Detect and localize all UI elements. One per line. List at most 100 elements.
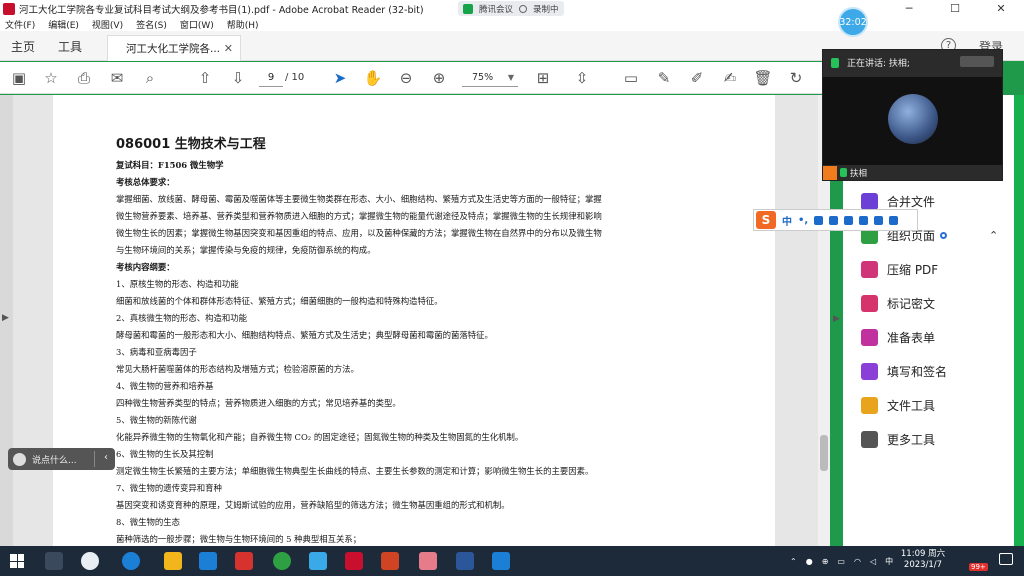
tray-chevron-icon[interactable]: ⌃ <box>790 557 797 566</box>
search-icon[interactable]: ⌕ <box>141 69 159 87</box>
powerpoint-icon[interactable] <box>381 552 399 570</box>
zoom-out-icon[interactable]: ⊖ <box>397 69 415 87</box>
tab-home[interactable]: 主页 <box>11 38 35 55</box>
ime-toolbar[interactable]: S 中 •, <box>753 209 918 231</box>
tab-document[interactable]: 河工大化工学院各... ✕ <box>107 35 241 61</box>
tool-item[interactable]: 标记密文 <box>861 292 935 314</box>
app-icon-5[interactable] <box>419 552 437 570</box>
app-icon-4[interactable] <box>309 552 327 570</box>
participant-name: 扶相 <box>850 168 868 179</box>
user-ime-icon[interactable] <box>859 215 869 225</box>
tray-app-icon[interactable]: ● <box>806 557 813 566</box>
rotate-icon[interactable]: ↻ <box>787 69 805 87</box>
delete-icon[interactable]: 🗑 <box>753 69 772 87</box>
volume-icon[interactable]: ◁ <box>870 557 876 566</box>
voice-ime-icon[interactable] <box>829 215 839 225</box>
app-icon-1[interactable] <box>81 552 99 570</box>
speaking-label: 正在讲话: 扶相; <box>847 59 910 69</box>
email-icon[interactable]: ✉ <box>108 69 126 87</box>
menu-file[interactable]: 文件(F) <box>5 18 35 31</box>
next-page-icon[interactable]: ⇩ <box>229 69 247 87</box>
tool-icon <box>861 192 878 210</box>
zoom-level-select[interactable]: 75% ▼ <box>462 69 518 87</box>
left-panel-collapsed[interactable]: ▶ <box>0 95 13 546</box>
meeting-video-panel[interactable]: 正在讲话: 扶相; 扶相 <box>822 49 1003 181</box>
page-fit-icon[interactable]: ⊞ <box>534 69 552 87</box>
punctuation-icon[interactable]: •, <box>798 215 808 226</box>
meeting-chat-input[interactable]: 说点什么... ‹ <box>8 448 115 470</box>
page-total: / 10 <box>285 72 305 83</box>
mail-icon[interactable] <box>199 552 217 570</box>
windows-start-icon[interactable] <box>10 554 24 568</box>
skin-icon[interactable] <box>874 215 884 225</box>
pdf-text-line: 1、原核生物的形态、构造和功能 <box>116 279 239 289</box>
taskbar-clock[interactable]: 11:09 周六 2023/1/7 <box>895 549 951 571</box>
task-view-icon[interactable] <box>45 552 63 570</box>
file-explorer-icon[interactable] <box>164 552 182 570</box>
network-icon[interactable]: ◠ <box>854 557 861 566</box>
menu-help[interactable]: 帮助(H) <box>227 18 259 31</box>
maximize-button[interactable]: ☐ <box>932 0 978 17</box>
tool-label: 更多工具 <box>887 432 936 447</box>
app-icon-2[interactable] <box>235 552 253 570</box>
browser-icon[interactable] <box>122 552 140 570</box>
draw-icon[interactable]: ✐ <box>688 69 706 87</box>
scroll-mode-icon[interactable]: ⇳ <box>573 69 591 87</box>
menu-sign[interactable]: 签名(S) <box>136 18 167 31</box>
tool-item[interactable]: 准备表单 <box>861 326 935 348</box>
collapse-right-panel-icon[interactable]: ▶ <box>833 314 840 324</box>
previous-page-icon[interactable]: ⇧ <box>196 69 214 87</box>
tool-item[interactable]: 填写和签名 <box>861 360 947 382</box>
ime-indicator[interactable]: 中 <box>885 556 893 567</box>
bookmark-star-icon[interactable]: ☆ <box>42 69 60 87</box>
chevron-left-icon[interactable]: ‹ <box>104 452 108 463</box>
hand-tool-icon[interactable]: ✋ <box>364 69 383 87</box>
pdf-text-line: 5、微生物的新陈代谢 <box>116 415 197 425</box>
print-icon[interactable]: ⎙ <box>75 69 93 87</box>
tool-icon <box>861 362 878 380</box>
page-number-input[interactable]: 9 <box>259 69 283 87</box>
close-window-button[interactable]: ✕ <box>978 0 1024 17</box>
meeting-taskbar-icon[interactable] <box>492 552 510 570</box>
tool-expand-chevron-icon[interactable]: ⌃ <box>989 229 998 242</box>
select-cursor-icon[interactable]: ➤ <box>331 69 349 87</box>
toolbox-icon[interactable] <box>889 215 899 225</box>
meeting-status-pill[interactable]: 腾讯会议 录制中 <box>458 1 564 16</box>
ime-language-toggle[interactable]: 中 <box>782 213 792 228</box>
microphone-icon <box>463 3 473 14</box>
person-icon <box>823 165 837 180</box>
word-icon[interactable] <box>456 552 474 570</box>
window-title: 河工大化工学院各专业复试科目考试大纲及参考书目(1).pdf - Adobe A… <box>19 4 424 16</box>
menu-window[interactable]: 窗口(W) <box>180 18 214 31</box>
tool-item[interactable]: 文件工具 <box>861 394 935 416</box>
expand-left-panel-icon[interactable]: ▶ <box>2 313 9 323</box>
comment-icon[interactable]: ▭ <box>622 69 640 87</box>
close-tab-icon[interactable]: ✕ <box>224 42 233 55</box>
tab-tools[interactable]: 工具 <box>58 38 82 55</box>
tool-label: 压缩 PDF <box>887 262 939 277</box>
sogou-logo-icon[interactable]: S <box>756 211 776 229</box>
tool-icon <box>861 328 878 346</box>
sign-icon[interactable]: ✍ <box>721 69 739 87</box>
zoom-in-icon[interactable]: ⊕ <box>430 69 448 87</box>
keyboard-icon[interactable] <box>844 215 854 225</box>
highlight-pen-icon[interactable]: ✎ <box>655 69 673 87</box>
acrobat-taskbar-icon[interactable] <box>345 552 363 570</box>
emoji-icon[interactable] <box>13 452 26 466</box>
minimize-button[interactable]: ─ <box>886 0 932 17</box>
menu-edit[interactable]: 编辑(E) <box>48 18 79 31</box>
pdf-page[interactable]: 086001 生物技术与工程 复试科目：F1506 微生物学 考核总体要求： 掌握细… <box>53 95 775 546</box>
app-icon-3[interactable] <box>273 552 291 570</box>
tray-plus-icon[interactable]: ⊕ <box>822 557 829 566</box>
tool-item[interactable]: 更多工具 <box>861 428 935 450</box>
scrollbar-thumb[interactable] <box>820 435 828 471</box>
tool-label: 标记密文 <box>887 296 936 311</box>
tool-item[interactable]: 压缩 PDF <box>861 258 938 280</box>
menu-view[interactable]: 视图(V) <box>92 18 123 31</box>
emoji-ime-icon[interactable] <box>814 215 824 225</box>
save-icon[interactable]: ▣ <box>10 69 28 87</box>
battery-icon[interactable]: ▭ <box>837 557 845 566</box>
notification-center-icon[interactable] <box>999 553 1013 565</box>
meeting-timer[interactable]: 32:02 <box>838 7 868 37</box>
avatar <box>888 94 938 144</box>
